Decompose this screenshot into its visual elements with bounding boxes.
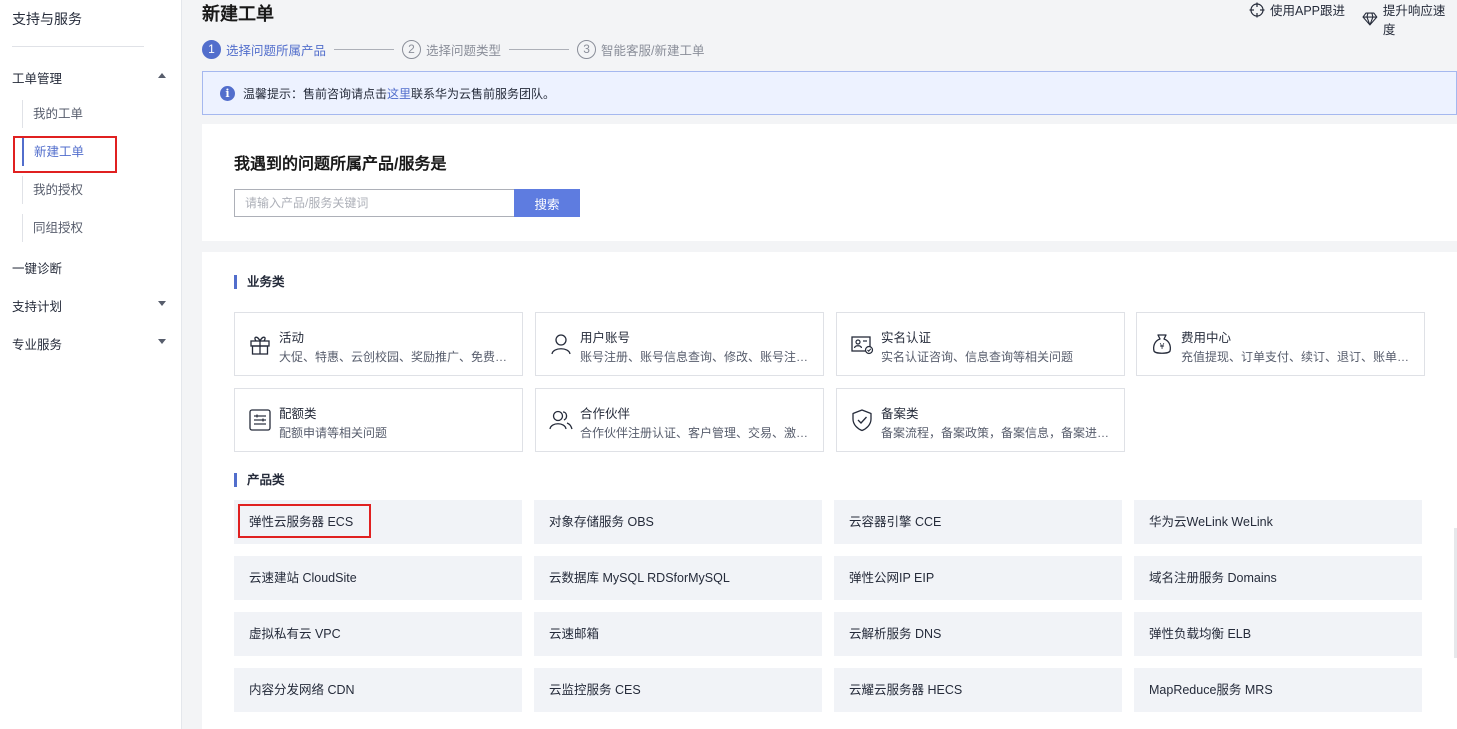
sidebar-item-group-authorization[interactable]: 同组授权 xyxy=(22,214,172,242)
shield-check-icon xyxy=(852,409,872,432)
tile-description: 账号注册、账号信息查询、修改、账号注销等相关问题 xyxy=(580,350,812,364)
sidebar-item-my-authorization[interactable]: 我的授权 xyxy=(22,176,172,204)
highlight-box xyxy=(13,136,117,173)
product-tile[interactable]: MapReduce服务 MRS xyxy=(1134,668,1422,712)
quota-list-icon xyxy=(249,409,271,431)
sidebar-divider xyxy=(12,46,144,47)
tile-title: 用户账号 xyxy=(580,331,631,345)
sidebar-group-label: 工单管理 xyxy=(12,72,63,86)
step-label: 选择问题类型 xyxy=(426,43,502,58)
page-title: 新建工单 xyxy=(202,4,274,24)
product-search-input[interactable] xyxy=(234,189,515,217)
product-tile[interactable]: 弹性负载均衡 ELB xyxy=(1134,612,1422,656)
partner-icon xyxy=(549,410,573,430)
user-icon xyxy=(551,334,571,355)
sidebar-group-one-click-diagnosis[interactable]: 一键诊断 xyxy=(12,258,170,277)
product-tile[interactable]: 内容分发网络 CDN xyxy=(234,668,522,712)
step-connector xyxy=(334,48,395,50)
business-tile-billing-center[interactable]: ¥ 费用中心 充值提现、订单支付、续订、退订、账单查询等相关问题 xyxy=(1136,312,1425,376)
diamond-icon xyxy=(1362,12,1378,26)
caret-down-icon xyxy=(158,339,166,344)
crosshair-icon xyxy=(1249,2,1265,17)
sidebar-group-label: 支持计划 xyxy=(12,300,63,314)
business-tile-real-name-auth[interactable]: 实名认证 实名认证咨询、信息查询等相关问题 xyxy=(836,312,1125,376)
product-tile[interactable]: 虚拟私有云 VPC xyxy=(234,612,522,656)
improve-response-link[interactable]: 提升响应速度 xyxy=(1362,0,1457,38)
step-number: 2 xyxy=(402,39,422,59)
tile-description: 合作伙伴注册认证、客户管理、交易、激励等相关问题 xyxy=(580,426,812,440)
search-heading: 我遇到的问题所属产品/服务是 xyxy=(234,156,447,173)
highlight-box xyxy=(238,504,371,538)
improve-response-label: 提升响应速度 xyxy=(1382,4,1446,37)
tile-description: 配额申请等相关问题 xyxy=(279,426,388,440)
step-1: 1 选择问题所属产品 xyxy=(202,39,327,59)
step-number: 1 xyxy=(202,39,221,59)
step-label: 选择问题所属产品 xyxy=(226,43,327,58)
caret-up-icon xyxy=(158,73,166,78)
tile-title: 活动 xyxy=(279,331,305,345)
business-tile-partner[interactable]: 合作伙伴 合作伙伴注册认证、客户管理、交易、激励等相关问题 xyxy=(535,388,824,452)
sidebar-group-professional-services[interactable]: 专业服务 xyxy=(12,334,170,353)
gift-icon xyxy=(250,336,270,355)
product-tile[interactable]: 云容器引擎 CCE xyxy=(834,500,1122,544)
step-3: 3 智能客服/新建工单 xyxy=(577,39,705,59)
business-section-heading: 业务类 xyxy=(234,275,285,289)
tile-title: 备案类 xyxy=(881,407,919,421)
product-tile[interactable]: 对象存储服务 OBS xyxy=(534,500,822,544)
product-section-heading: 产品类 xyxy=(234,473,285,487)
business-tile-user-account[interactable]: 用户账号 账号注册、账号信息查询、修改、账号注销等相关问题 xyxy=(535,312,824,376)
product-tile[interactable]: 云速邮箱 xyxy=(534,612,822,656)
step-label: 智能客服/新建工单 xyxy=(601,43,705,58)
info-icon: i xyxy=(220,85,235,101)
product-tile[interactable]: 弹性公网IP EIP xyxy=(834,556,1122,600)
notice-suffix: 联系华为云售前服务团队。 xyxy=(411,86,556,101)
svg-text:¥: ¥ xyxy=(1159,342,1164,351)
notice-prefix: 温馨提示：售前咨询请点击 xyxy=(243,86,388,101)
tile-description: 实名认证咨询、信息查询等相关问题 xyxy=(881,350,1074,364)
product-tile[interactable]: 云解析服务 DNS xyxy=(834,612,1122,656)
step-2: 2 选择问题类型 xyxy=(402,39,502,59)
sidebar-group-ticket-management[interactable]: 工单管理 xyxy=(12,68,170,87)
step-connector xyxy=(509,48,570,50)
step-progress: 1 选择问题所属产品 2 选择问题类型 3 智能客服/新建工单 xyxy=(202,38,705,60)
product-tile[interactable]: 云数据库 MySQL RDSforMySQL xyxy=(534,556,822,600)
business-tile-activity[interactable]: 活动 大促、特惠、云创校园、奖励推广、免费试用等相关问题 xyxy=(234,312,523,376)
search-button[interactable]: 搜索 xyxy=(514,189,580,217)
tile-title: 费用中心 xyxy=(1181,331,1232,345)
sidebar-item-my-tickets[interactable]: 我的工单 xyxy=(22,100,172,128)
product-tile[interactable]: 云监控服务 CES xyxy=(534,668,822,712)
tile-title: 配额类 xyxy=(279,407,317,421)
tile-description: 充值提现、订单支付、续订、退订、账单查询等相关问题 xyxy=(1181,350,1413,364)
tile-title: 合作伙伴 xyxy=(580,407,631,421)
product-tile[interactable]: 华为云WeLink WeLink xyxy=(1134,500,1422,544)
business-tile-quota[interactable]: 配额类 配额申请等相关问题 xyxy=(234,388,523,452)
category-panel: 业务类 活动 大促、特惠、云创校园、奖励推广、免费试用等相关问题 用户账号 账号… xyxy=(202,252,1457,729)
product-tile[interactable]: 云耀云服务器 HECS xyxy=(834,668,1122,712)
product-tile[interactable]: 域名注册服务 Domains xyxy=(1134,556,1422,600)
tile-description: 大促、特惠、云创校园、奖励推广、免费试用等相关问题 xyxy=(279,350,511,364)
sidebar-title: 支持与服务 xyxy=(12,11,82,27)
sidebar-group-label: 专业服务 xyxy=(12,338,63,352)
caret-down-icon xyxy=(158,301,166,306)
sidebar-group-label: 一键诊断 xyxy=(12,262,63,276)
search-panel: 我遇到的问题所属产品/服务是 搜索 xyxy=(202,124,1457,241)
business-tile-filing[interactable]: 备案类 备案流程，备案政策，备案信息，备案进度等相关问题 xyxy=(836,388,1125,452)
step-number: 3 xyxy=(577,39,597,59)
use-app-follow-label: 使用APP跟进 xyxy=(1270,4,1346,18)
tile-description: 备案流程，备案政策，备案信息，备案进度等相关问题 xyxy=(881,426,1113,440)
sidebar-group-support-plan[interactable]: 支持计划 xyxy=(12,296,170,315)
sidebar: 支持与服务 工单管理 我的工单 新建工单 我的授权 同组授权 一键诊断 支持计划… xyxy=(0,0,182,729)
money-bag-icon: ¥ xyxy=(1153,334,1171,354)
id-card-icon xyxy=(851,336,874,355)
presales-link[interactable]: 这里 xyxy=(387,85,411,102)
tile-title: 实名认证 xyxy=(881,331,932,345)
use-app-follow-link[interactable]: 使用APP跟进 xyxy=(1249,0,1345,19)
product-tile[interactable]: 云速建站 CloudSite xyxy=(234,556,522,600)
presales-notice: i 温馨提示：售前咨询请点击 这里 联系华为云售前服务团队。 xyxy=(202,71,1457,115)
